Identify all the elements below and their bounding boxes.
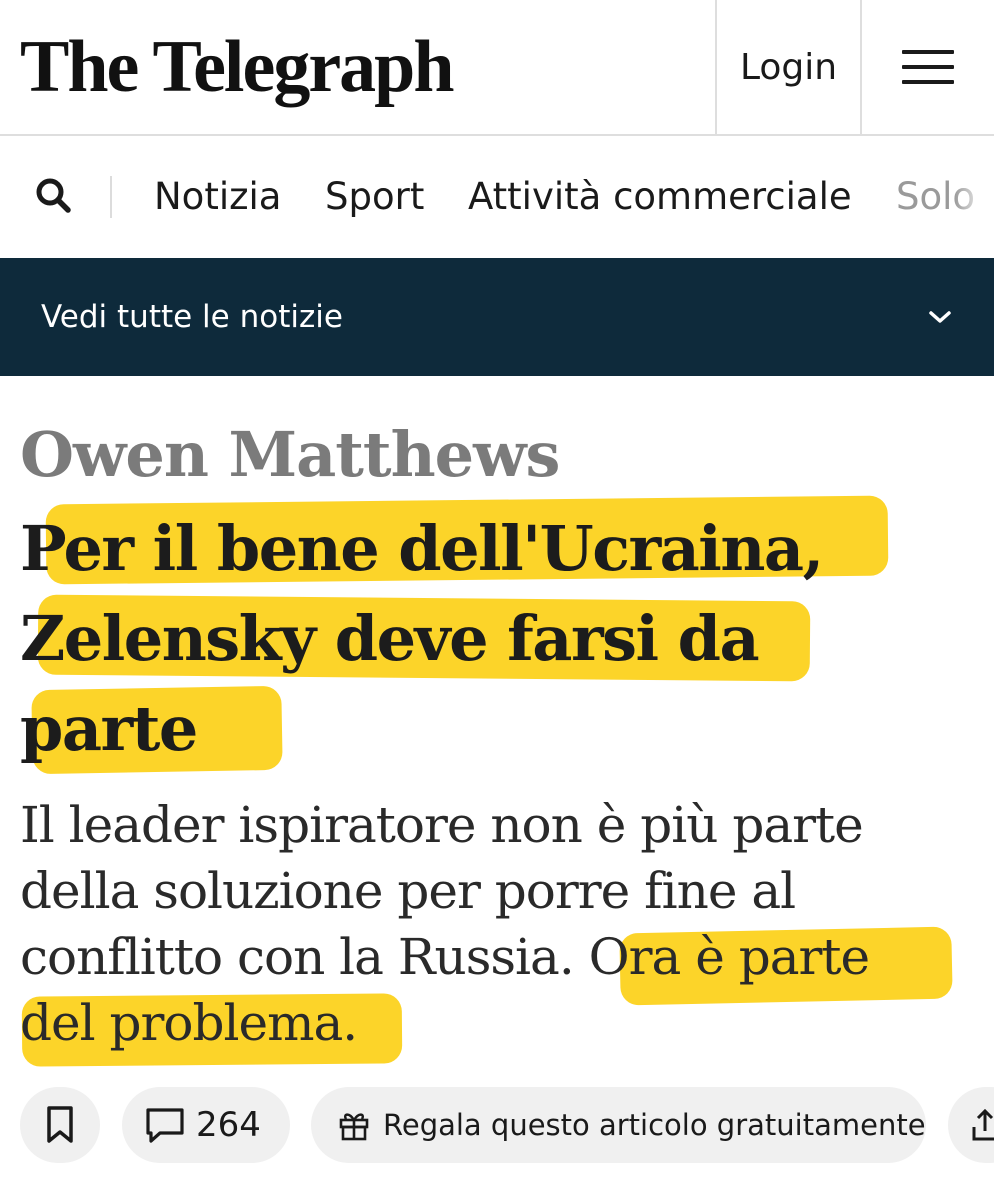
standfirst-line: del problema. [20,994,358,1052]
share-button[interactable] [948,1087,994,1163]
menu-button[interactable] [862,0,994,134]
search-button[interactable] [30,172,80,222]
all-news-label: Vedi tutte le notizie [41,299,343,335]
standfirst-line: della soluzione per porre fine al [20,862,796,920]
nav-item-sport[interactable]: Sport [325,172,424,222]
site-header: The Telegraph Login [0,0,994,136]
login-label: Login [739,46,838,88]
search-icon [36,178,71,213]
comment-icon [146,1108,184,1143]
masthead-text: The Telegraph [20,25,454,108]
nav-item-notizia[interactable]: Notizia [154,172,281,222]
section-nav: Notizia Sport Attività commerciale Solo [0,136,994,258]
headline-line: Zelensky deve farsi da [20,602,760,675]
site-logo[interactable]: The Telegraph [20,12,454,122]
headline-line: parte [20,692,198,765]
standfirst-line: conflitto con la Russia. Ora è parte [20,928,870,986]
chevron-down-icon [929,311,951,323]
comment-count: 264 [196,1105,261,1145]
gift-article-label: Regala questo articolo gratuitamente [383,1108,926,1142]
bookmark-icon [47,1106,73,1143]
gift-article-button[interactable]: Regala questo articolo gratuitamente [311,1087,926,1163]
author-name[interactable]: Owen Matthews [20,410,560,500]
comments-button[interactable]: 264 [122,1087,290,1163]
nav-fade [954,136,994,258]
hamburger-menu-icon [902,50,954,84]
standfirst-line: Il leader ispiratore non è più parte [20,796,864,854]
nav-separator [110,176,112,218]
nav-item-attivita-commerciale[interactable]: Attività commerciale [468,172,852,222]
all-news-dropdown[interactable]: Vedi tutte le notizie [0,258,994,376]
login-button[interactable]: Login [717,0,860,134]
save-article-button[interactable] [20,1087,100,1163]
headline-line: Per il bene dell'Ucraina, [20,512,824,585]
share-icon [972,1108,994,1141]
gift-icon [339,1113,369,1141]
